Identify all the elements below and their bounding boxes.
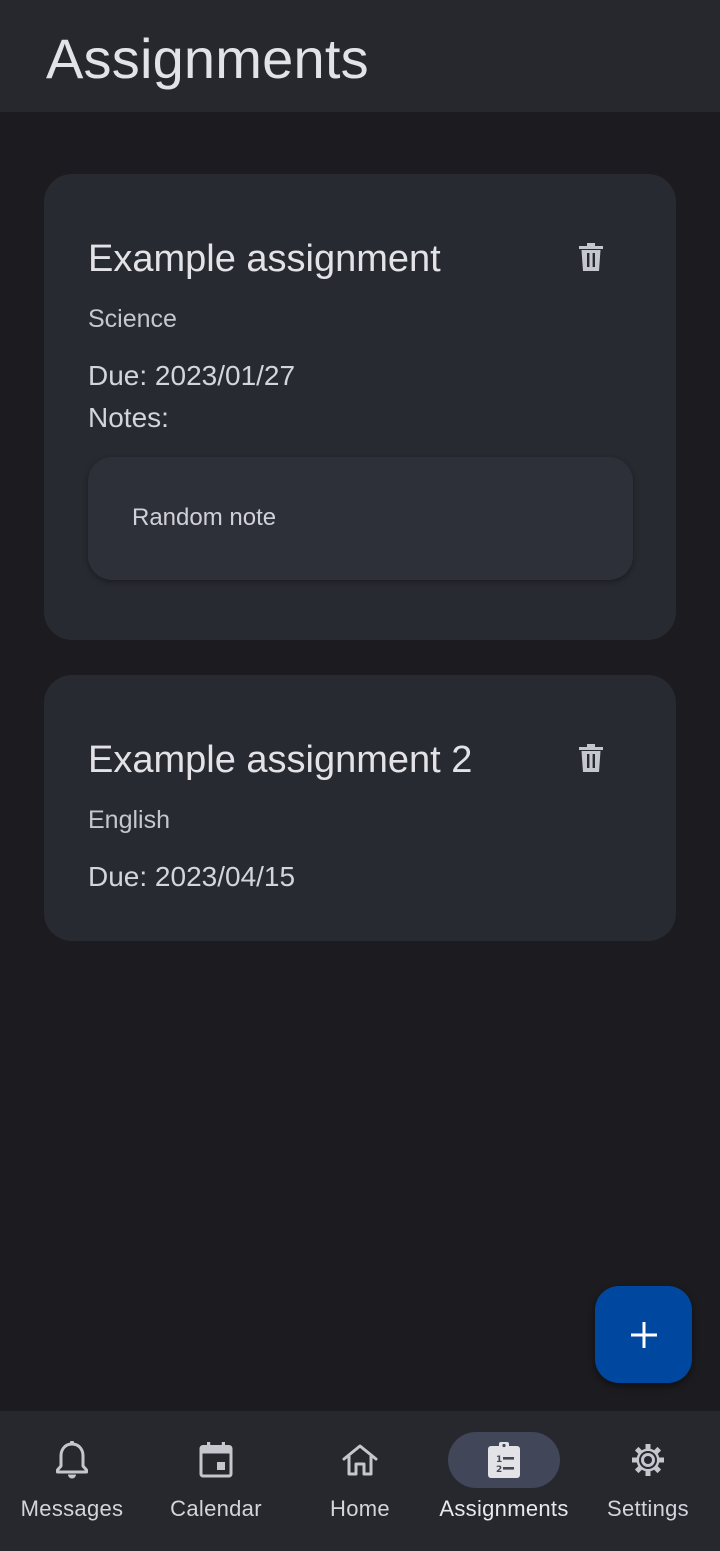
assignment-card[interactable]: Example assignment Science Due: 2023/01/… — [44, 174, 676, 640]
assignment-icon: 1 2 — [488, 1442, 520, 1478]
nav-label: Home — [330, 1496, 390, 1521]
calendar-icon — [199, 1442, 233, 1478]
nav-label: Settings — [607, 1496, 689, 1521]
page-title: Assignments — [46, 27, 369, 90]
nav-item-home[interactable]: Home — [288, 1411, 432, 1551]
nav-label: Assignments — [439, 1496, 569, 1521]
nav-label: Calendar — [170, 1496, 262, 1521]
bottom-navigation: Messages Calendar Home 1 2 Assignments S… — [0, 1411, 720, 1551]
gear-icon — [632, 1444, 664, 1476]
top-app-bar: Assignments — [0, 0, 720, 112]
plus-icon — [630, 1321, 657, 1348]
svg-text:2: 2 — [496, 1465, 502, 1475]
nav-item-calendar[interactable]: Calendar — [144, 1411, 288, 1551]
nav-label: Messages — [20, 1496, 124, 1521]
notes-label: Notes: — [88, 402, 169, 433]
assignment-title: Example assignment — [88, 238, 441, 280]
add-assignment-button[interactable] — [595, 1286, 692, 1383]
assignment-due-date: Due: 2023/01/27 — [88, 360, 296, 391]
assignment-subject: Science — [88, 305, 177, 333]
assignment-card[interactable]: Example assignment 2 English Due: 2023/0… — [44, 675, 676, 941]
nav-item-messages[interactable]: Messages — [0, 1411, 144, 1551]
assignment-subject: English — [88, 806, 170, 834]
assignment-title: Example assignment 2 — [88, 739, 473, 781]
home-icon — [342, 1444, 378, 1476]
svg-text:1: 1 — [496, 1455, 502, 1465]
delete-button[interactable] — [574, 240, 608, 274]
note-card: Random note — [88, 457, 633, 580]
assignment-due-date: Due: 2023/04/15 — [88, 861, 296, 892]
delete-button[interactable] — [574, 741, 608, 775]
trash-icon — [579, 243, 603, 271]
nav-item-assignments[interactable]: 1 2 Assignments — [432, 1411, 576, 1551]
note-text: Random note — [132, 504, 277, 531]
bell-icon — [56, 1441, 88, 1479]
trash-icon — [579, 744, 603, 772]
active-indicator: 1 2 — [448, 1432, 560, 1488]
nav-item-settings[interactable]: Settings — [576, 1411, 720, 1551]
